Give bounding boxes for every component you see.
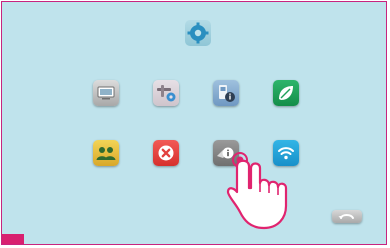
- monitor-button[interactable]: [93, 80, 119, 106]
- device-info-button[interactable]: [213, 80, 239, 106]
- close-icon: [158, 145, 174, 161]
- screen-frame: [1, 1, 387, 245]
- eco-mode-button[interactable]: [273, 80, 299, 106]
- users-button[interactable]: [93, 140, 119, 166]
- touch-hand-pointer-icon: [224, 152, 294, 234]
- tools-settings-icon: [157, 85, 176, 102]
- leaf-icon: [279, 86, 293, 100]
- back-button[interactable]: [332, 210, 362, 223]
- device-info-icon: [219, 85, 235, 102]
- corner-marker: [2, 234, 24, 244]
- tools-settings-button[interactable]: [153, 80, 179, 106]
- monitor-icon: [97, 86, 115, 100]
- users-icon: [96, 147, 116, 160]
- settings-gear-icon: [185, 20, 211, 46]
- close-button[interactable]: [153, 140, 179, 166]
- back-arrow-icon: [338, 214, 354, 219]
